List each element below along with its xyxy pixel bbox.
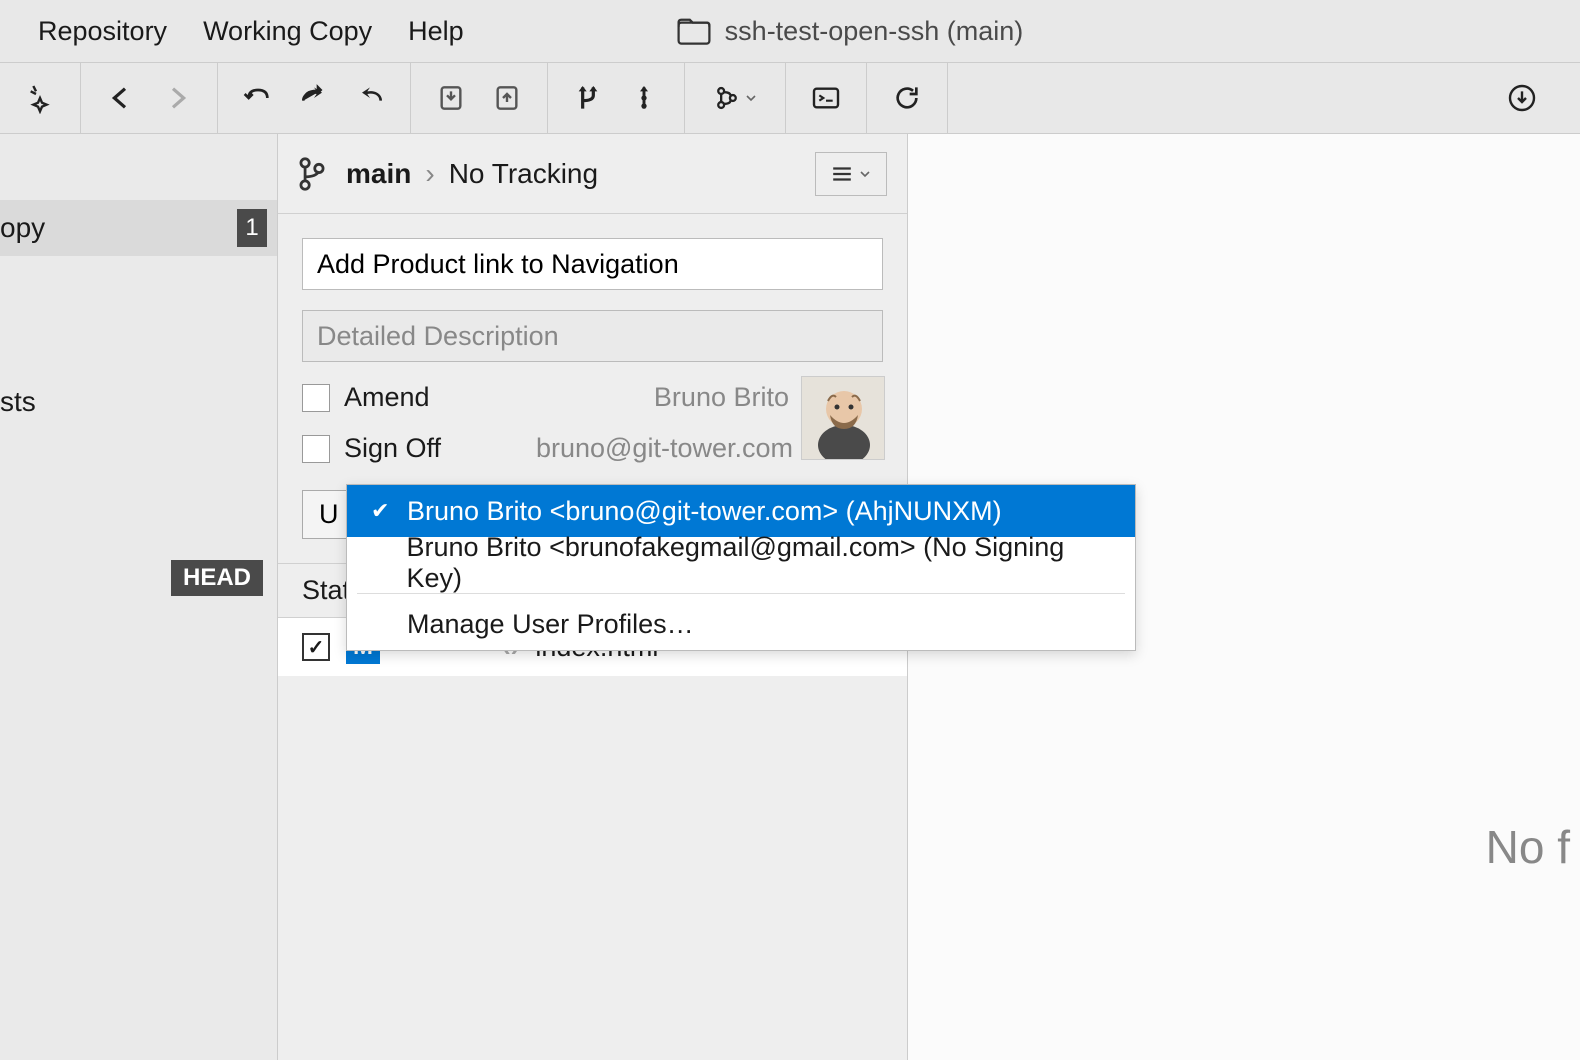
- stash-apply-button[interactable]: [479, 70, 535, 126]
- list-icon: [831, 165, 853, 183]
- menu-repository[interactable]: Repository: [20, 16, 185, 47]
- head-badge: HEAD: [171, 560, 263, 596]
- gitflow-button[interactable]: [697, 70, 773, 126]
- amend-label: Amend: [344, 382, 430, 413]
- signoff-row: Sign Off bruno@git-tower.com: [302, 433, 883, 464]
- branch-icon: [298, 156, 326, 192]
- sidebar-item-working-copy[interactable]: opy 1: [0, 200, 277, 256]
- menu-help[interactable]: Help: [390, 16, 482, 47]
- chevron-right-icon: ›: [425, 158, 434, 190]
- terminal-button[interactable]: [798, 70, 854, 126]
- view-mode-toggle[interactable]: [815, 152, 887, 196]
- sidebar: opy 1 sts HEAD: [0, 134, 278, 1060]
- nav-forward-button[interactable]: [149, 70, 205, 126]
- chevron-down-icon: [859, 168, 871, 180]
- empty-diff-label: No f: [1486, 820, 1580, 874]
- commit-description-input[interactable]: [302, 310, 883, 362]
- merge-button[interactable]: [560, 70, 616, 126]
- branch-tracking[interactable]: No Tracking: [449, 158, 598, 190]
- rebase-button[interactable]: [616, 70, 672, 126]
- signoff-label: Sign Off: [344, 433, 441, 464]
- download-button[interactable]: [1494, 70, 1550, 126]
- user-profile-dropdown: ✔ Bruno Brito <bruno@git-tower.com> (Ahj…: [346, 484, 1136, 651]
- profile-option-label: Bruno Brito <bruno@git-tower.com> (AhjNU…: [407, 496, 1002, 527]
- refresh-button[interactable]: [879, 70, 935, 126]
- sidebar-item-label: sts: [0, 386, 36, 418]
- amend-checkbox[interactable]: [302, 384, 330, 412]
- sidebar-item-sts[interactable]: sts: [0, 374, 277, 430]
- push-button[interactable]: [342, 70, 398, 126]
- profile-option-1[interactable]: ✔ Bruno Brito <bruno@git-tower.com> (Ahj…: [347, 485, 1135, 537]
- branch-name[interactable]: main: [346, 158, 411, 190]
- author-name: Bruno Brito: [654, 382, 789, 413]
- menubar: Repository Working Copy Help ssh-test-op…: [0, 0, 1580, 62]
- pull-button[interactable]: [286, 70, 342, 126]
- branch-bar: main › No Tracking: [278, 134, 907, 214]
- amend-row: Amend Bruno Brito: [302, 382, 883, 413]
- signoff-checkbox[interactable]: [302, 435, 330, 463]
- fetch-button[interactable]: [230, 70, 286, 126]
- sidebar-head-row: HEAD: [0, 560, 277, 596]
- nav-back-button[interactable]: [93, 70, 149, 126]
- profile-option-2[interactable]: Bruno Brito <brunofakegmail@gmail.com> (…: [347, 537, 1135, 589]
- profile-option-label: Bruno Brito <brunofakegmail@gmail.com> (…: [407, 532, 1112, 594]
- file-stage-checkbox[interactable]: ✓: [302, 633, 330, 661]
- manage-profiles-label: Manage User Profiles…: [407, 609, 694, 640]
- avatar[interactable]: [801, 376, 885, 460]
- toolbar: [0, 62, 1580, 134]
- manage-profiles-option[interactable]: Manage User Profiles…: [347, 598, 1135, 650]
- folder-icon: [677, 17, 711, 45]
- author-email: bruno@git-tower.com: [536, 433, 793, 464]
- working-copy-badge: 1: [237, 209, 267, 247]
- commit-subject-input[interactable]: [302, 238, 883, 290]
- stash-save-button[interactable]: [423, 70, 479, 126]
- menu-working-copy[interactable]: Working Copy: [185, 16, 390, 47]
- sidebar-item-label: opy: [0, 212, 45, 244]
- quick-actions-button[interactable]: [12, 70, 68, 126]
- window-title-wrap: ssh-test-open-ssh (main): [677, 16, 1024, 47]
- window-title: ssh-test-open-ssh (main): [725, 16, 1024, 47]
- check-icon: ✔: [371, 498, 393, 524]
- status-label: Stat: [302, 575, 350, 606]
